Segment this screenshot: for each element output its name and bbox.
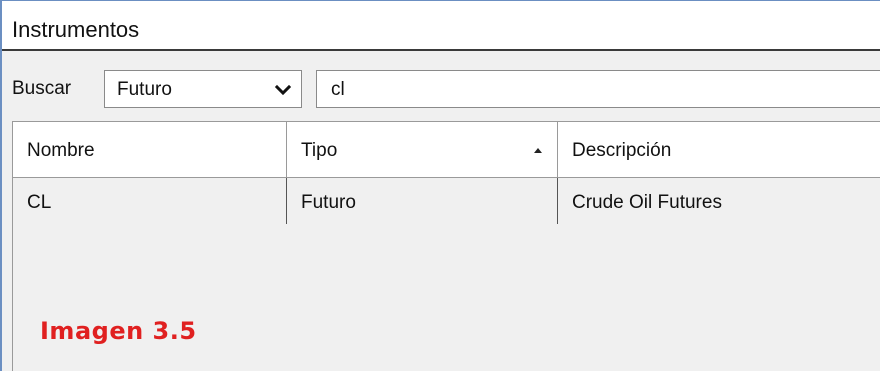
instruments-window: Instrumentos Buscar Futuro cl Nombre Tip… [0, 0, 880, 371]
table-row[interactable]: CL Futuro Crude Oil Futures [13, 178, 880, 224]
column-header-label: Nombre [27, 140, 95, 161]
window-title: Instrumentos [12, 17, 140, 42]
search-input[interactable]: cl [316, 70, 880, 108]
instrument-type-select[interactable]: Futuro [104, 70, 302, 108]
cell-text: Futuro [301, 192, 356, 213]
chevron-down-icon [274, 84, 292, 96]
column-header-tipo[interactable]: Tipo [287, 122, 558, 177]
cell-nombre: CL [13, 178, 287, 224]
table-header: Nombre Tipo Descripción [13, 122, 880, 178]
cell-descripcion: Crude Oil Futures [558, 178, 880, 224]
search-input-value: cl [331, 79, 345, 100]
sort-ascending-icon [534, 148, 542, 153]
cell-text: Crude Oil Futures [572, 192, 722, 213]
search-label: Buscar [12, 78, 72, 99]
column-header-descripcion[interactable]: Descripción [558, 122, 880, 177]
instrument-type-value: Futuro [117, 79, 172, 100]
window-titlebar: Instrumentos [2, 1, 880, 51]
column-header-nombre[interactable]: Nombre [13, 122, 287, 177]
cell-tipo: Futuro [287, 178, 558, 224]
column-header-label: Descripción [572, 140, 672, 161]
image-caption: Imagen 3.5 [40, 317, 197, 345]
cell-text: CL [27, 192, 52, 213]
search-toolbar: Buscar Futuro cl [2, 51, 880, 119]
column-header-label: Tipo [301, 140, 338, 161]
